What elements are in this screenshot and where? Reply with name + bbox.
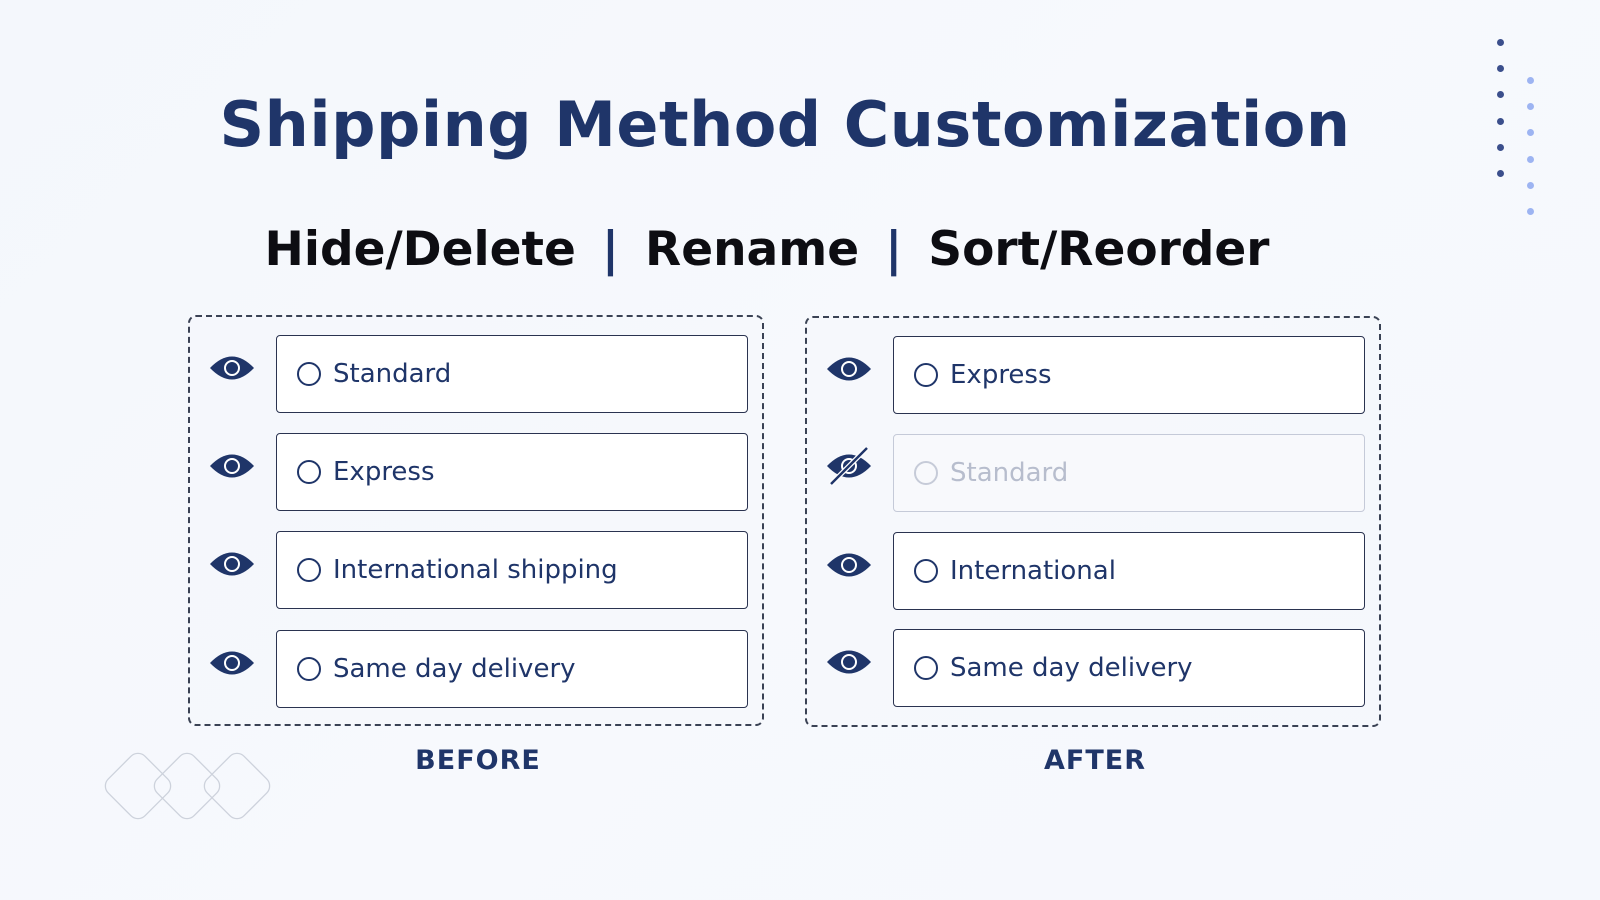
radio-button[interactable] xyxy=(297,558,321,582)
option-label: Same day delivery xyxy=(950,653,1193,683)
dot xyxy=(1527,182,1534,189)
dot xyxy=(1527,208,1534,215)
shipping-option[interactable]: Same day delivery xyxy=(276,630,748,708)
option-label: Standard xyxy=(333,359,452,389)
shipping-option[interactable]: International xyxy=(893,532,1365,610)
shipping-option[interactable]: Standard xyxy=(276,335,748,413)
eye-icon[interactable] xyxy=(208,449,256,483)
feature-sort-reorder: Sort/Reorder xyxy=(928,222,1270,277)
feature-list: Hide/Delete | Rename | Sort/Reorder xyxy=(0,222,1534,277)
shipping-option-hidden[interactable]: Standard xyxy=(893,434,1365,512)
option-label: International xyxy=(950,556,1116,586)
dot xyxy=(1527,77,1534,84)
eye-icon[interactable] xyxy=(208,547,256,581)
before-caption: BEFORE xyxy=(415,745,541,776)
option-label: International shipping xyxy=(333,555,618,585)
eye-icon[interactable] xyxy=(825,352,873,386)
dot xyxy=(1527,156,1534,163)
before-panel: Standard Express International shipping … xyxy=(188,315,764,726)
eye-icon[interactable] xyxy=(825,548,873,582)
dot xyxy=(1497,144,1504,151)
shipping-option-row: International xyxy=(807,532,1379,610)
dot xyxy=(1497,170,1504,177)
option-label: Express xyxy=(333,457,435,487)
page-title: Shipping Method Customization xyxy=(219,88,1351,161)
radio-button[interactable] xyxy=(297,657,321,681)
option-label: Standard xyxy=(950,458,1069,488)
separator: | xyxy=(885,222,903,277)
radio-button[interactable] xyxy=(914,461,938,485)
after-panel: Express Standard International Same day … xyxy=(805,316,1381,727)
after-caption: AFTER xyxy=(1044,745,1146,776)
shipping-option-row: Express xyxy=(190,433,762,511)
shipping-option-row: Express xyxy=(807,336,1379,414)
radio-button[interactable] xyxy=(914,559,938,583)
eye-icon[interactable] xyxy=(825,645,873,679)
radio-button[interactable] xyxy=(297,460,321,484)
dot xyxy=(1497,65,1504,72)
radio-button[interactable] xyxy=(914,656,938,680)
feature-rename: Rename xyxy=(645,222,860,277)
eye-slash-icon[interactable] xyxy=(825,446,873,486)
radio-button[interactable] xyxy=(914,363,938,387)
decorative-diamonds xyxy=(104,752,271,820)
separator: | xyxy=(601,222,620,277)
option-label: Express xyxy=(950,360,1052,390)
shipping-option-row: Same day delivery xyxy=(190,630,762,708)
shipping-option-row: Standard xyxy=(190,335,762,413)
eye-icon[interactable] xyxy=(208,646,256,680)
dot xyxy=(1497,118,1504,125)
dot xyxy=(1527,103,1534,110)
shipping-option-row: Same day delivery xyxy=(807,629,1379,707)
dot xyxy=(1527,129,1534,136)
shipping-option-row: Standard xyxy=(807,434,1379,512)
shipping-option[interactable]: Express xyxy=(893,336,1365,414)
shipping-option[interactable]: International shipping xyxy=(276,531,748,609)
shipping-option-row: International shipping xyxy=(190,531,762,609)
feature-hide-delete: Hide/Delete xyxy=(264,222,576,277)
radio-button[interactable] xyxy=(297,362,321,386)
shipping-option[interactable]: Express xyxy=(276,433,748,511)
eye-icon[interactable] xyxy=(208,351,256,385)
option-label: Same day delivery xyxy=(333,654,576,684)
dot xyxy=(1497,39,1504,46)
dot xyxy=(1497,91,1504,98)
shipping-option[interactable]: Same day delivery xyxy=(893,629,1365,707)
